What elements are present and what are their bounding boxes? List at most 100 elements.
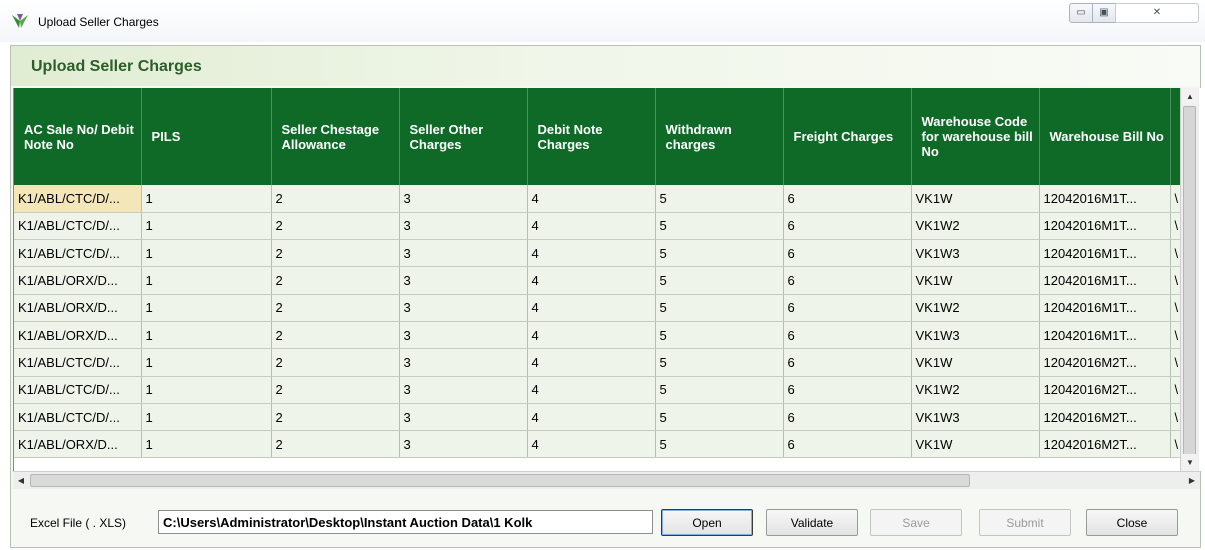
cell-pils[interactable]: 1: [141, 321, 272, 350]
table-row[interactable]: K1/ABL/CTC/D/... 1 2 3 4 5 6 VK1W 12042016M1T...…: [14, 185, 1195, 213]
excel-file-path-input[interactable]: [158, 510, 653, 534]
cell-other-charges[interactable]: 3: [399, 403, 528, 432]
col-header-debit-note-charges[interactable]: Debit Note Charges: [527, 88, 656, 185]
cell-other-charges[interactable]: 3: [399, 294, 528, 322]
table-row[interactable]: K1/ABL/ORX/D... 1 2 3 4 5 6 VK1W 12042016M2T... \: [14, 430, 1195, 459]
col-header-ac-sale-no[interactable]: AC Sale No/ Debit Note No: [14, 88, 142, 185]
cell-warehouse-code[interactable]: VK1W2: [911, 294, 1040, 322]
minimize-button[interactable]: ▭: [1069, 3, 1093, 23]
cell-warehouse-bill-no[interactable]: 12042016M1T...: [1039, 321, 1171, 350]
cell-other-charges[interactable]: 3: [399, 430, 528, 459]
cell-ac-sale-no[interactable]: K1/ABL/CTC/D/...: [14, 376, 142, 404]
cell-other-charges[interactable]: 3: [399, 348, 528, 377]
cell-chestage-allowance[interactable]: 2: [271, 430, 400, 459]
cell-debit-note-charges[interactable]: 4: [527, 321, 656, 350]
cell-debit-note-charges[interactable]: 4: [527, 266, 656, 295]
cell-warehouse-code[interactable]: VK1W: [911, 185, 1040, 213]
maximize-button[interactable]: ▣: [1092, 3, 1116, 23]
table-row[interactable]: K1/ABL/CTC/D/... 1 2 3 4 5 6 VK1W2 12042016M2T..…: [14, 376, 1195, 404]
col-header-withdrawn-charges[interactable]: Withdrawn charges: [655, 88, 784, 185]
cell-warehouse-bill-no[interactable]: 12042016M1T...: [1039, 185, 1171, 213]
cell-warehouse-bill-no[interactable]: 12042016M1T...: [1039, 266, 1171, 295]
cell-freight-charges[interactable]: 6: [783, 376, 912, 404]
cell-warehouse-bill-no[interactable]: 12042016M2T...: [1039, 376, 1171, 404]
cell-withdrawn-charges[interactable]: 5: [655, 376, 784, 404]
cell-chestage-allowance[interactable]: 2: [271, 403, 400, 432]
cell-other-charges[interactable]: 3: [399, 212, 528, 241]
cell-ac-sale-no[interactable]: K1/ABL/CTC/D/...: [14, 212, 142, 241]
cell-freight-charges[interactable]: 6: [783, 266, 912, 295]
cell-warehouse-code[interactable]: VK1W: [911, 266, 1040, 295]
scroll-down-arrow-icon[interactable]: ▼: [1182, 454, 1198, 471]
cell-withdrawn-charges[interactable]: 5: [655, 348, 784, 377]
cell-freight-charges[interactable]: 6: [783, 403, 912, 432]
cell-other-charges[interactable]: 3: [399, 266, 528, 295]
cell-withdrawn-charges[interactable]: 5: [655, 239, 784, 268]
cell-debit-note-charges[interactable]: 4: [527, 430, 656, 459]
save-button[interactable]: Save: [870, 509, 962, 536]
cell-warehouse-code[interactable]: VK1W3: [911, 403, 1040, 432]
scroll-left-arrow-icon[interactable]: ◀: [13, 472, 29, 489]
cell-ac-sale-no[interactable]: K1/ABL/CTC/D/...: [14, 239, 142, 268]
vertical-scrollbar[interactable]: ▲ ▼: [1180, 88, 1199, 471]
cell-warehouse-bill-no[interactable]: 12042016M1T...: [1039, 294, 1171, 322]
table-row[interactable]: K1/ABL/CTC/D/... 1 2 3 4 5 6 VK1W3 12042016M1T..…: [14, 239, 1195, 268]
cell-other-charges[interactable]: 3: [399, 321, 528, 350]
close-button[interactable]: Close: [1086, 509, 1178, 536]
cell-ac-sale-no[interactable]: K1/ABL/ORX/D...: [14, 430, 142, 459]
col-header-chestage-allowance[interactable]: Seller Chestage Allowance: [271, 88, 400, 185]
cell-warehouse-code[interactable]: VK1W2: [911, 376, 1040, 404]
cell-chestage-allowance[interactable]: 2: [271, 294, 400, 322]
cell-chestage-allowance[interactable]: 2: [271, 185, 400, 213]
cell-warehouse-bill-no[interactable]: 12042016M1T...: [1039, 212, 1171, 241]
window-close-button[interactable]: ✕: [1115, 3, 1199, 23]
col-header-pils[interactable]: PILS: [141, 88, 272, 185]
cell-other-charges[interactable]: 3: [399, 376, 528, 404]
cell-withdrawn-charges[interactable]: 5: [655, 266, 784, 295]
scroll-up-arrow-icon[interactable]: ▲: [1182, 88, 1198, 105]
cell-freight-charges[interactable]: 6: [783, 185, 912, 213]
cell-withdrawn-charges[interactable]: 5: [655, 403, 784, 432]
cell-debit-note-charges[interactable]: 4: [527, 212, 656, 241]
scroll-right-arrow-icon[interactable]: ▶: [1184, 472, 1200, 489]
cell-debit-note-charges[interactable]: 4: [527, 348, 656, 377]
cell-ac-sale-no[interactable]: K1/ABL/CTC/D/...: [14, 348, 142, 377]
open-button[interactable]: Open: [661, 509, 753, 536]
cell-ac-sale-no[interactable]: K1/ABL/ORX/D...: [14, 321, 142, 350]
cell-freight-charges[interactable]: 6: [783, 348, 912, 377]
cell-warehouse-code[interactable]: VK1W3: [911, 321, 1040, 350]
cell-pils[interactable]: 1: [141, 185, 272, 213]
col-header-warehouse-bill-no[interactable]: Warehouse Bill No: [1039, 88, 1171, 185]
cell-other-charges[interactable]: 3: [399, 239, 528, 268]
cell-chestage-allowance[interactable]: 2: [271, 266, 400, 295]
cell-withdrawn-charges[interactable]: 5: [655, 294, 784, 322]
cell-debit-note-charges[interactable]: 4: [527, 239, 656, 268]
seller-charges-grid[interactable]: AC Sale No/ Debit Note No PILS Seller Ch…: [13, 88, 1201, 471]
cell-withdrawn-charges[interactable]: 5: [655, 321, 784, 350]
cell-warehouse-code[interactable]: VK1W3: [911, 239, 1040, 268]
cell-warehouse-bill-no[interactable]: 12042016M1T...: [1039, 239, 1171, 268]
cell-pils[interactable]: 1: [141, 266, 272, 295]
cell-chestage-allowance[interactable]: 2: [271, 239, 400, 268]
cell-pils[interactable]: 1: [141, 239, 272, 268]
cell-withdrawn-charges[interactable]: 5: [655, 185, 784, 213]
cell-chestage-allowance[interactable]: 2: [271, 376, 400, 404]
cell-pils[interactable]: 1: [141, 212, 272, 241]
cell-pils[interactable]: 1: [141, 348, 272, 377]
cell-freight-charges[interactable]: 6: [783, 239, 912, 268]
cell-warehouse-bill-no[interactable]: 12042016M2T...: [1039, 403, 1171, 432]
cell-ac-sale-no[interactable]: K1/ABL/ORX/D...: [14, 266, 142, 295]
cell-pils[interactable]: 1: [141, 294, 272, 322]
col-header-other-charges[interactable]: Seller Other Charges: [399, 88, 528, 185]
cell-freight-charges[interactable]: 6: [783, 294, 912, 322]
cell-freight-charges[interactable]: 6: [783, 212, 912, 241]
cell-withdrawn-charges[interactable]: 5: [655, 212, 784, 241]
cell-freight-charges[interactable]: 6: [783, 430, 912, 459]
table-row[interactable]: K1/ABL/ORX/D... 1 2 3 4 5 6 VK1W 12042016M1T... \: [14, 266, 1195, 295]
cell-ac-sale-no[interactable]: K1/ABL/CTC/D/...: [14, 403, 142, 432]
cell-debit-note-charges[interactable]: 4: [527, 294, 656, 322]
table-row[interactable]: K1/ABL/ORX/D... 1 2 3 4 5 6 VK1W2 12042016M1T...…: [14, 294, 1195, 322]
cell-pils[interactable]: 1: [141, 403, 272, 432]
table-row[interactable]: K1/ABL/ORX/D... 1 2 3 4 5 6 VK1W3 12042016M1T...…: [14, 321, 1195, 350]
cell-pils[interactable]: 1: [141, 430, 272, 459]
